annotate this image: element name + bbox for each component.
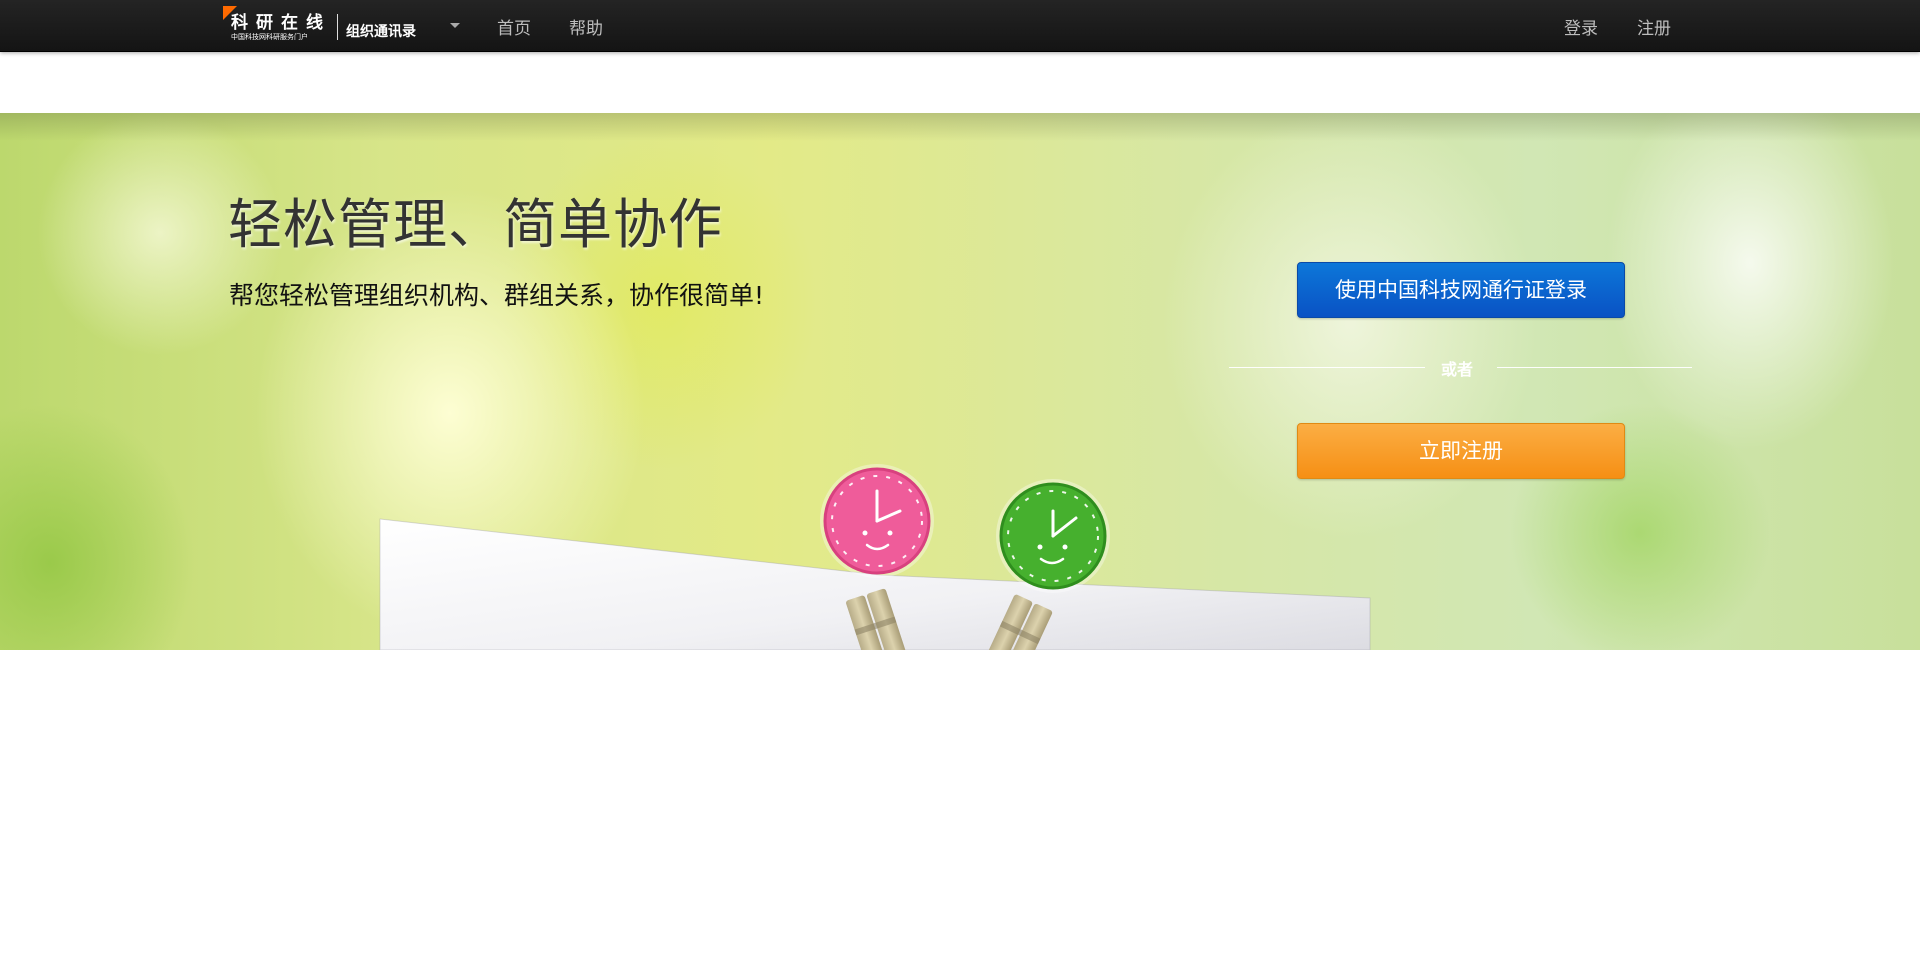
or-divider-right xyxy=(1497,367,1692,368)
brand-title: 科研在线 xyxy=(231,13,331,33)
paper-clips-illustration xyxy=(360,433,1380,650)
hero-top-shadow xyxy=(0,113,1920,141)
register-now-button[interactable]: 立即注册 xyxy=(1297,423,1625,479)
top-navbar: 科研在线 中国科技网科研服务门户 组织通讯录 首页 帮助 登录 注册 xyxy=(0,0,1920,52)
brand-logo[interactable]: 科研在线 中国科技网科研服务门户 组织通讯录 xyxy=(223,6,433,44)
hero-subtitle: 帮您轻松管理组织机构、群组关系，协作很简单! xyxy=(229,281,765,310)
passport-login-button[interactable]: 使用中国科技网通行证登录 xyxy=(1297,262,1625,318)
nav-home-link[interactable]: 首页 xyxy=(497,14,531,39)
or-label: 或者 xyxy=(1441,360,1474,379)
nav-help-link[interactable]: 帮助 xyxy=(569,14,603,39)
or-divider-left xyxy=(1229,367,1425,368)
hero-title: 轻松管理、简单协作 xyxy=(228,193,723,256)
hero-banner: 轻松管理、简单协作 帮您轻松管理组织机构、群组关系，协作很简单! 使用中国科技网… xyxy=(0,113,1920,650)
brand-subtitle: 中国科技网科研服务门户 xyxy=(231,33,308,41)
brand-divider xyxy=(337,14,338,40)
paper-illustration xyxy=(379,464,1371,650)
caret-down-icon[interactable] xyxy=(450,23,460,28)
nav-register-link[interactable]: 注册 xyxy=(1637,14,1671,39)
nav-login-link[interactable]: 登录 xyxy=(1564,14,1598,39)
brand-product-name: 组织通讯录 xyxy=(346,24,416,40)
